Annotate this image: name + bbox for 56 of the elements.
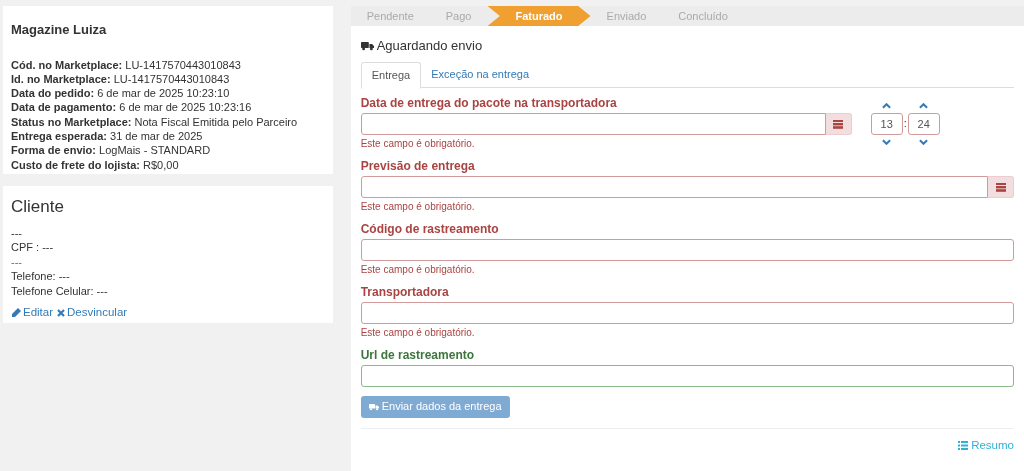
- client-line: ---: [11, 225, 22, 240]
- field-label: Transportadora: [360, 284, 449, 299]
- chevron-down-icon: [882, 138, 892, 145]
- step: Pago: [429, 6, 488, 26]
- calendar-icon: [995, 181, 1006, 192]
- calendar-button[interactable]: [825, 112, 852, 135]
- hours-input[interactable]: 13: [870, 112, 903, 135]
- detail-line: Cód. no Marketplace: LU-1417570443010843: [11, 57, 242, 72]
- detail-line: Data de pagamento: 6 de mar de 2025 10:23:16: [11, 100, 253, 115]
- field-label: Previsão de entrega: [360, 158, 475, 173]
- calendar-icon: [833, 118, 844, 129]
- step: Faturado: [487, 6, 591, 26]
- time-separator: :: [902, 116, 908, 132]
- field-label: Código de rastreamento: [360, 221, 499, 236]
- error-message: Este campo é obrigatório.: [360, 325, 475, 339]
- detail-line: Data do pedido: 6 de mar de 2025 10:23:10: [11, 86, 231, 101]
- section-title: Aguardando envio: [376, 37, 483, 55]
- step: Concluído: [662, 6, 744, 26]
- text-input[interactable]: [360, 301, 1014, 324]
- client-line: CPF : ---: [11, 240, 54, 255]
- client-line: Telefone: ---: [11, 269, 70, 284]
- unlink-link[interactable]: Desvincular: [57, 304, 128, 322]
- detail-line: Custo de frete do lojista: R$0,00: [11, 157, 180, 172]
- calendar-button[interactable]: [988, 175, 1014, 198]
- detail-line: Id. no Marketplace: LU-1417570443010843: [11, 71, 231, 87]
- text-input[interactable]: [360, 364, 1014, 387]
- detail-line: Status no Marketplace: Nota Fiscal Emitida pelo Parceiro: [11, 114, 299, 129]
- email-link[interactable]: ---: [11, 254, 22, 269]
- chevron-up-icon: [882, 102, 892, 109]
- card-title: Magazine Luiza: [11, 21, 108, 39]
- pencil-icon: [11, 307, 21, 318]
- detail-line: Entrega esperada: 31 de mar de 2025: [11, 129, 204, 144]
- minutes-input[interactable]: 24: [907, 112, 940, 135]
- field-label: Url de rastreamento: [360, 347, 475, 362]
- close-icon: [57, 308, 66, 317]
- text-input[interactable]: [360, 238, 1014, 261]
- error-message: Este campo é obrigatório.: [360, 136, 475, 150]
- step: Enviado: [590, 6, 663, 26]
- chevron-up-icon: [919, 102, 929, 109]
- error-message: Este campo é obrigatório.: [360, 199, 475, 213]
- error-message: Este campo é obrigatório.: [360, 262, 475, 276]
- text-input[interactable]: [360, 175, 988, 198]
- card-title: Cliente: [11, 196, 65, 218]
- step: Pendente: [350, 6, 430, 26]
- truck-icon: [360, 40, 374, 51]
- field-label: Data de entrega do pacote na transportadora: [360, 95, 617, 110]
- list-icon: [958, 440, 969, 450]
- edit-link[interactable]: Editar: [11, 304, 54, 322]
- detail-line: Forma de envio: LogMais - STANDARD: [11, 143, 212, 158]
- tab[interactable]: Exceção na entrega: [421, 61, 540, 88]
- summary-link[interactable]: Resumo: [958, 436, 1014, 454]
- client-line: Telefone Celular: ---: [11, 283, 108, 298]
- tab[interactable]: Entrega: [360, 61, 422, 89]
- truck-icon: [368, 402, 379, 411]
- text-input[interactable]: [360, 112, 826, 135]
- chevron-down-icon: [919, 138, 929, 145]
